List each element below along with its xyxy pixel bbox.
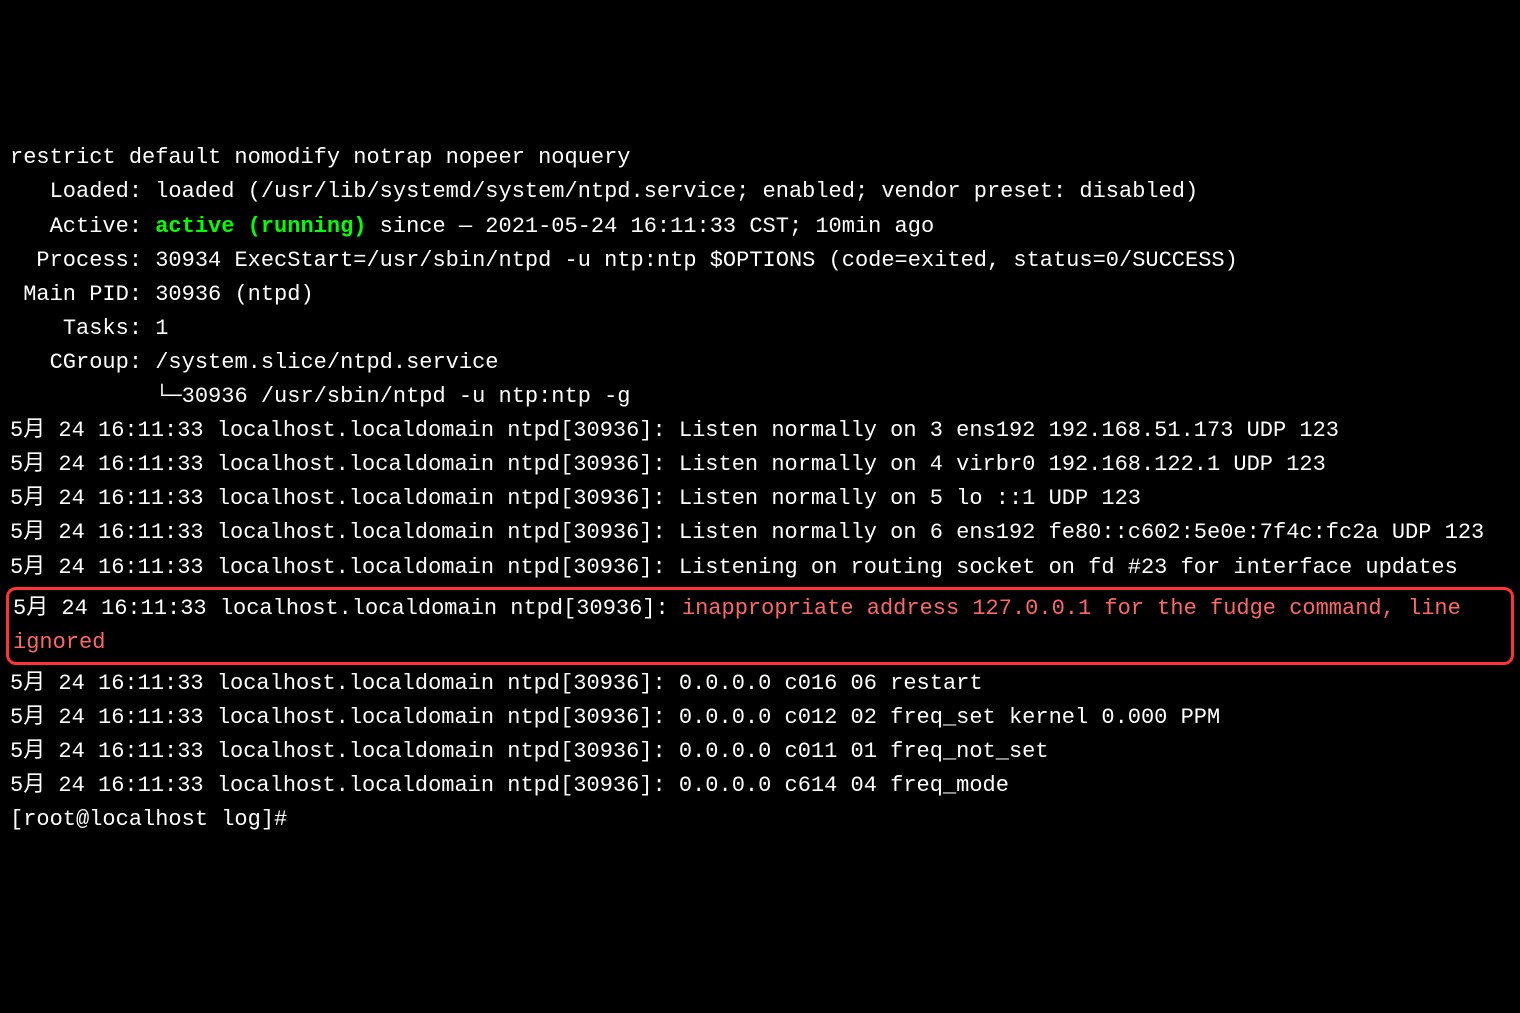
cgroup-line: CGroup: /system.slice/ntpd.service	[10, 346, 1510, 380]
process-value: 30934 ExecStart=/usr/sbin/ntpd -u ntp:nt…	[155, 248, 1238, 273]
cgroup-label: CGroup:	[10, 350, 155, 375]
log-line-4: 5月 24 16:11:33 localhost.localdomain ntp…	[10, 516, 1510, 550]
restrict-line: restrict default nomodify notrap nopeer …	[10, 141, 1510, 175]
log-line-9: 5月 24 16:11:33 localhost.localdomain ntp…	[10, 735, 1510, 769]
active-line: Active: active (running) since — 2021-05…	[10, 210, 1510, 244]
log-line-2: 5月 24 16:11:33 localhost.localdomain ntp…	[10, 448, 1510, 482]
active-status: active (running)	[155, 214, 366, 239]
cgroup-tree-line: └─30936 /usr/sbin/ntpd -u ntp:ntp -g	[10, 380, 1510, 414]
log6-prefix: 5月 24 16:11:33 localhost.localdomain ntp…	[13, 596, 682, 621]
log-line-7: 5月 24 16:11:33 localhost.localdomain ntp…	[10, 667, 1510, 701]
loaded-value: loaded (/usr/lib/systemd/system/ntpd.ser…	[155, 179, 1198, 204]
error-highlight-box: 5月 24 16:11:33 localhost.localdomain ntp…	[6, 587, 1514, 665]
tasks-value: 1	[155, 316, 168, 341]
mainpid-line: Main PID: 30936 (ntpd)	[10, 278, 1510, 312]
tasks-line: Tasks: 1	[10, 312, 1510, 346]
mainpid-label: Main PID:	[10, 282, 155, 307]
log-line-5: 5月 24 16:11:33 localhost.localdomain ntp…	[10, 551, 1510, 585]
log-line-10: 5月 24 16:11:33 localhost.localdomain ntp…	[10, 769, 1510, 803]
loaded-line: Loaded: loaded (/usr/lib/systemd/system/…	[10, 175, 1510, 209]
log-line-6: 5月 24 16:11:33 localhost.localdomain ntp…	[13, 592, 1507, 660]
tasks-label: Tasks:	[10, 316, 155, 341]
log-line-3: 5月 24 16:11:33 localhost.localdomain ntp…	[10, 482, 1510, 516]
loaded-label: Loaded:	[10, 179, 155, 204]
shell-prompt[interactable]: [root@localhost log]#	[10, 803, 1510, 837]
process-line: Process: 30934 ExecStart=/usr/sbin/ntpd …	[10, 244, 1510, 278]
process-label: Process:	[10, 248, 155, 273]
cgroup-value: /system.slice/ntpd.service	[155, 350, 498, 375]
active-since: since — 2021-05-24 16:11:33 CST; 10min a…	[366, 214, 934, 239]
terminal-output[interactable]: restrict default nomodify notrap nopeer …	[10, 141, 1510, 837]
active-label: Active:	[10, 214, 155, 239]
log-line-8: 5月 24 16:11:33 localhost.localdomain ntp…	[10, 701, 1510, 735]
mainpid-value: 30936 (ntpd)	[155, 282, 313, 307]
log-line-1: 5月 24 16:11:33 localhost.localdomain ntp…	[10, 414, 1510, 448]
